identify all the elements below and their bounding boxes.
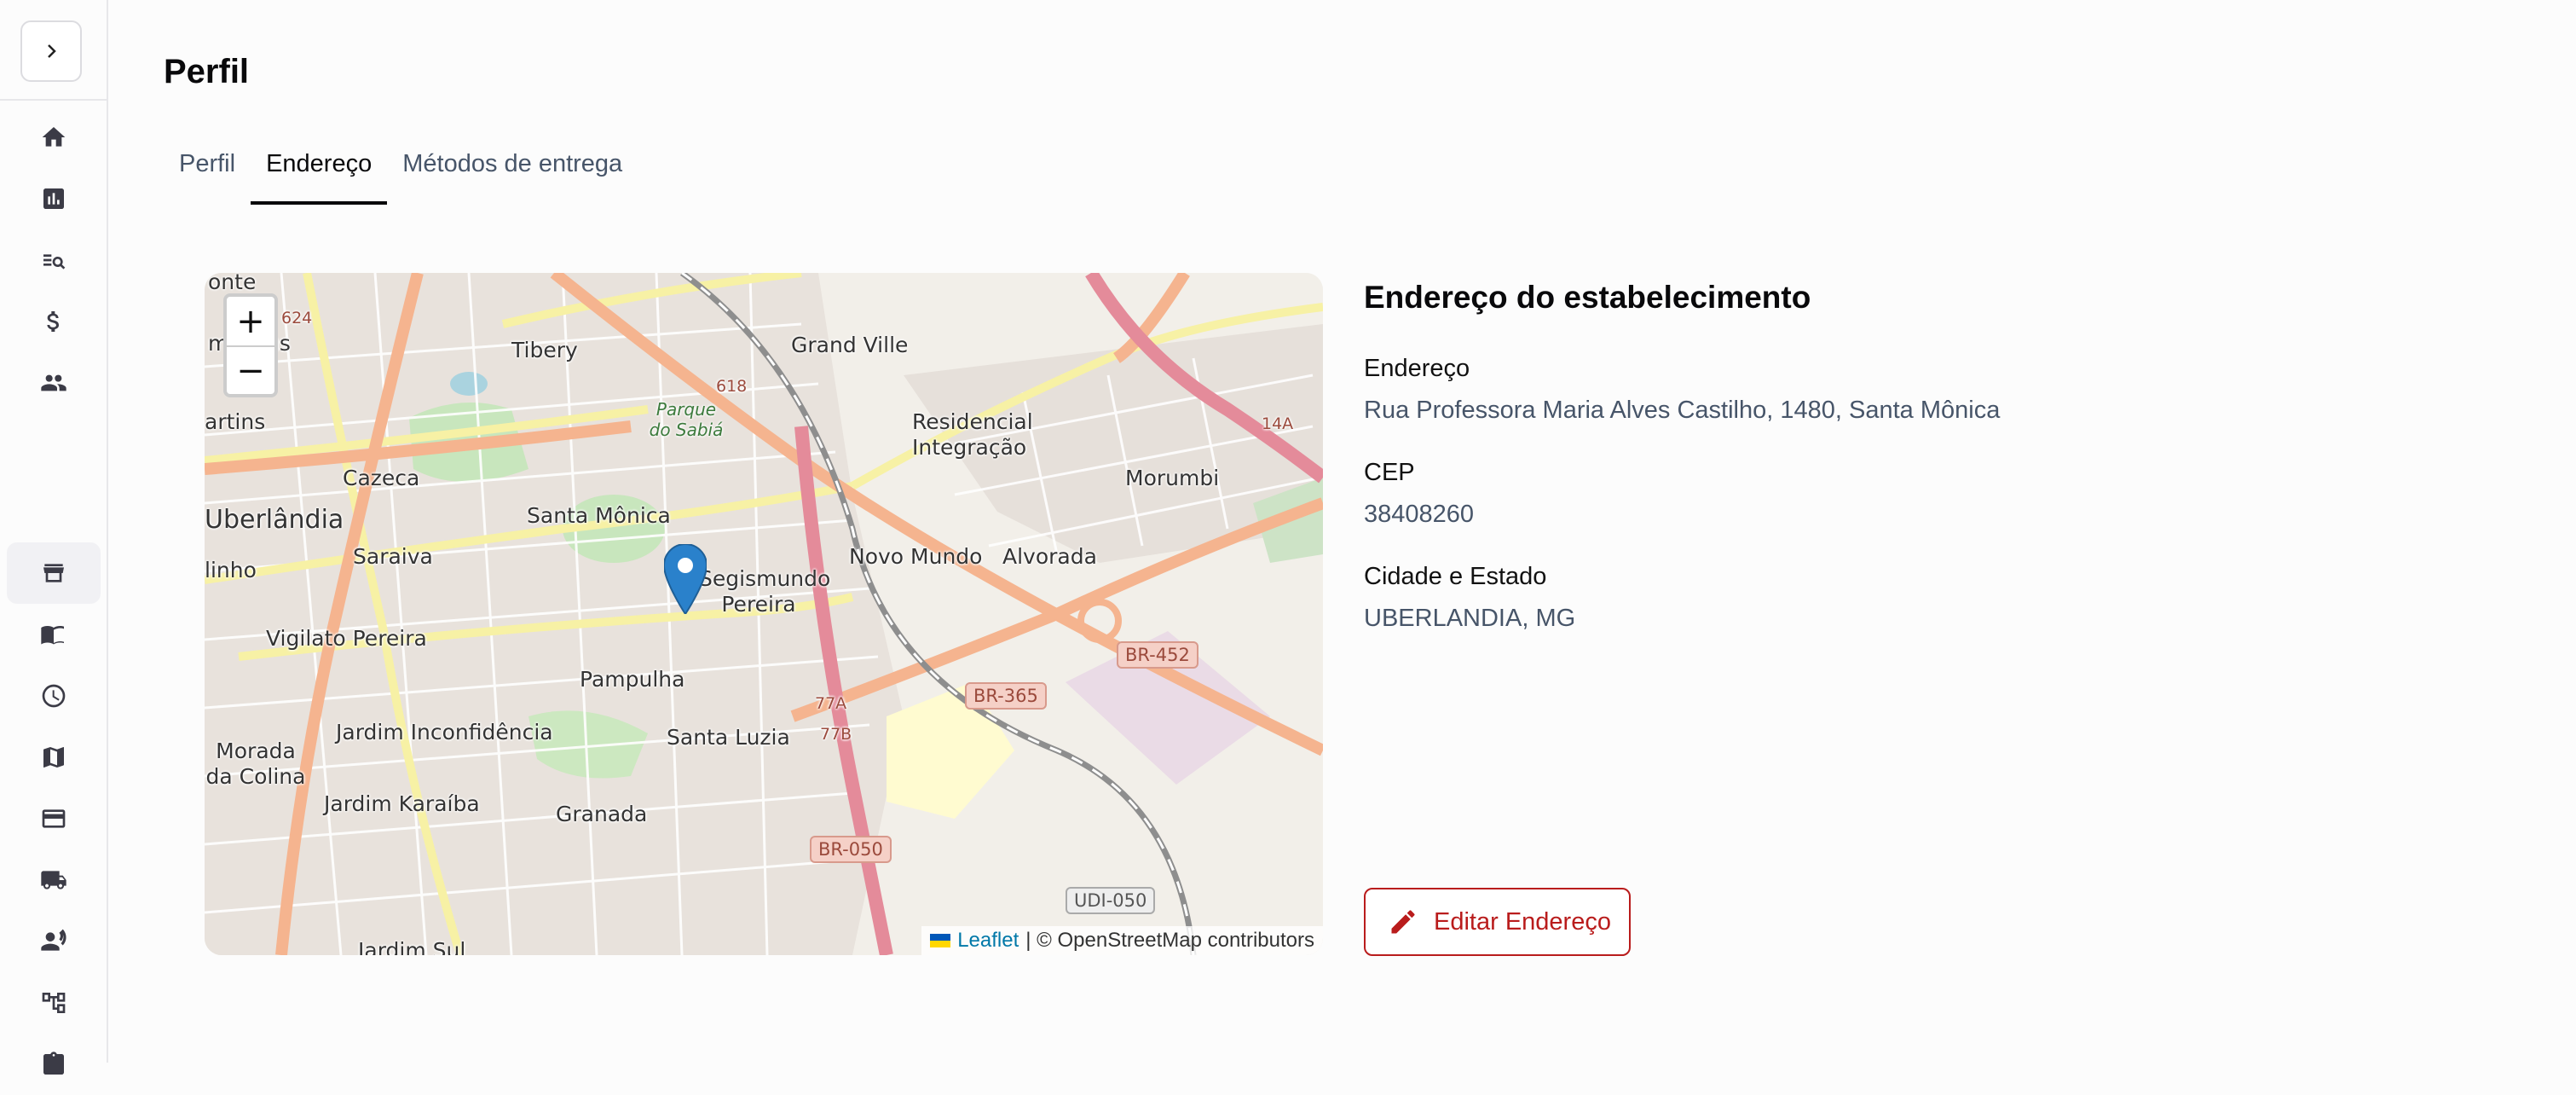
profile-tabs: Perfil Endereço Métodos de entrega [164,136,638,205]
sidebar-item-delivery[interactable] [7,849,101,911]
map-icon [43,747,64,768]
city-label: Cidade e Estado [1364,563,1547,590]
map-label: Granada [556,802,648,826]
zoom-control: + − [223,293,278,397]
attribution-text: | © OpenStreetMap contributors [1025,929,1314,952]
page-title: Perfil [164,53,250,90]
tab-endereco[interactable]: Endereço [251,136,388,205]
truck-icon [41,871,66,889]
map-label: Segismundo Pereira [699,566,831,617]
city-value: UBERLANDIA, MG [1364,605,1576,632]
sidebar-item-hours[interactable] [7,665,101,727]
map-label: Saraiva [353,544,433,569]
users-icon [41,374,66,391]
sidebar-item-map[interactable] [7,727,101,788]
dollar-icon [47,311,59,332]
map-label: Pampulha [580,667,685,692]
map-label: Uberlândia [205,505,344,535]
map-label: Santa Luzia [667,725,790,750]
chevron-right-icon [48,44,56,58]
menu-book-icon [41,626,64,645]
edit-address-button[interactable]: Editar Endereço [1364,888,1631,956]
map-label: artins [205,409,266,434]
map-label: Jardim Inconfidência [336,720,553,744]
address-map[interactable]: onte m Jesus Tibery Grand Ville Parque d… [205,273,1323,955]
zoom-in-button[interactable]: + [227,297,274,345]
map-label: Vigilato Pereira [266,626,427,651]
sidebar-item-team[interactable] [7,911,101,972]
sidebar-toggle-button[interactable] [20,20,82,82]
map-attribution: Leaflet | © OpenStreetMap contributors [921,926,1323,955]
clock-icon [42,684,66,708]
pencil-icon [1391,910,1415,934]
map-label: Grand Ville [791,333,909,357]
map-label: Morada da Colina [205,739,306,789]
map-label: Cazeca [343,466,420,490]
cep-value: 38408260 [1364,501,1475,528]
zoom-out-button[interactable]: − [227,345,274,394]
map-label: Parque do Sabiá [649,399,724,440]
road-number: 618 [716,377,748,396]
sidebar-item-orders[interactable] [7,1034,101,1095]
road-number: 624 [281,309,313,327]
sidebar-item-finance[interactable] [7,291,101,352]
map-label: Morumbi [1125,466,1220,490]
street-value: Rua Professora Maria Alves Castilho, 148… [1364,397,2001,424]
street-label: Endereço [1364,355,1470,382]
store-icon [43,564,64,582]
map-label: Tibery [511,338,578,362]
road-number: 77B [820,725,852,744]
road-number: 14A [1262,414,1294,433]
clipboard-icon [43,1052,64,1075]
road-shield: UDI-050 [1066,887,1156,914]
hierarchy-icon [42,993,66,1013]
sidebar-item-store[interactable] [7,542,101,604]
cep-label: CEP [1364,459,1415,486]
map-label: onte [208,273,257,294]
ukraine-flag-icon [930,934,951,947]
sidebar-item-users[interactable] [7,352,101,414]
sidebar-item-home[interactable] [7,107,101,168]
sidebar-item-search-list[interactable] [7,229,101,291]
map-label: Jardim Sul [358,938,466,955]
road-shield: BR-050 [810,836,892,863]
board-icon [43,188,64,209]
sidebar-item-board[interactable] [7,168,101,229]
group-icon [41,929,66,951]
sidebar-item-structure[interactable] [7,972,101,1034]
map-label: Alvorada [1002,544,1097,569]
road-number: 77A [815,694,847,713]
map-label: linho [205,558,257,582]
sidebar [0,0,108,1075]
map-label: Santa Mônica [527,503,671,528]
location-marker-icon[interactable] [664,544,707,614]
credit-card-icon [42,809,66,828]
section-title: Endereço do estabelecimento [1364,280,1811,315]
tab-metodos-entrega[interactable]: Métodos de entrega [387,136,638,205]
tab-perfil[interactable]: Perfil [164,136,251,205]
search-list-icon [43,254,66,269]
edit-address-label: Editar Endereço [1434,907,1611,936]
map-label: Jardim Karaíba [324,791,480,816]
sidebar-item-menu[interactable] [7,604,101,665]
road-shield: BR-365 [965,682,1047,710]
sidebar-item-payments[interactable] [7,788,101,849]
leaflet-link[interactable]: Leaflet [957,929,1019,953]
map-label: Novo Mundo [849,544,983,569]
home-icon [42,127,66,147]
sidebar-divider [0,99,107,101]
road-shield: BR-452 [1117,641,1198,669]
map-label: Residencial Integração [912,409,1033,460]
